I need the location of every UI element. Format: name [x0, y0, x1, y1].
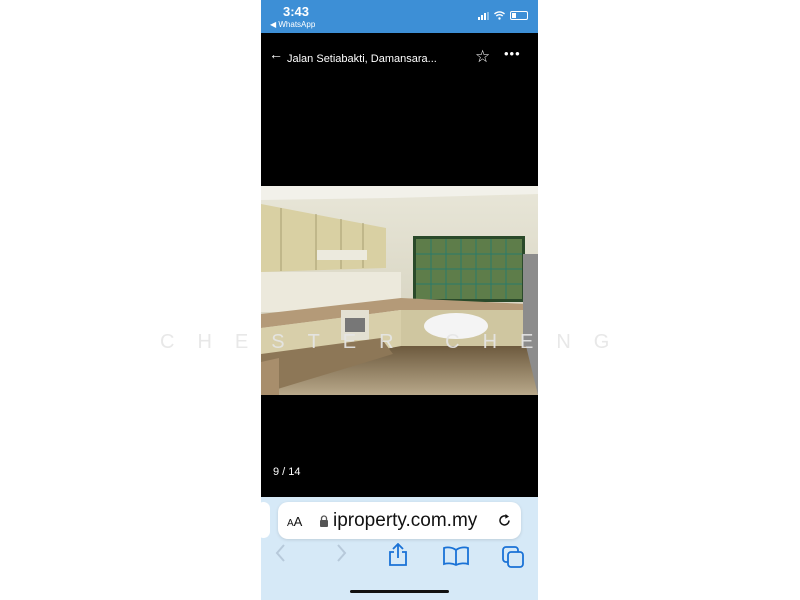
back-arrow-icon[interactable]: ←: [269, 47, 283, 61]
wifi-icon: [494, 11, 505, 20]
more-icon[interactable]: •••: [504, 46, 521, 61]
phone-screen: 3:43 ◀ WhatsApp ← Jalan Setiabakti, Dama…: [261, 0, 538, 600]
tabs-icon[interactable]: [502, 546, 524, 568]
share-icon[interactable]: [387, 543, 409, 567]
chevron-right-icon[interactable]: [334, 543, 348, 563]
battery-icon: [510, 11, 528, 20]
gallery-header: ← Jalan Setiabakti, Damansara... ☆ •••: [261, 33, 538, 81]
url-text[interactable]: iproperty.com.my: [333, 510, 477, 532]
star-icon[interactable]: ☆: [475, 48, 490, 65]
home-indicator[interactable]: [350, 590, 449, 593]
lock-icon: [320, 515, 328, 527]
address-bar[interactable]: AA iproperty.com.my: [278, 502, 521, 539]
previous-tab-preview[interactable]: [261, 502, 270, 538]
book-icon[interactable]: [443, 546, 469, 566]
photo-counter: 9 / 14: [273, 466, 301, 478]
status-bar: 3:43 ◀ WhatsApp: [261, 0, 538, 33]
back-to-app-link[interactable]: ◀ WhatsApp: [270, 20, 315, 29]
kitchen-photo: [261, 186, 538, 395]
reload-icon[interactable]: [497, 513, 512, 528]
cellular-signal-icon: [478, 11, 489, 20]
safari-bottom-bar: AA iproperty.com.my: [261, 497, 538, 600]
chevron-left-icon[interactable]: [274, 543, 288, 563]
text-size-button[interactable]: AA: [287, 514, 302, 529]
status-icons: [478, 11, 528, 20]
listing-title: Jalan Setiabakti, Damansara...: [287, 53, 437, 65]
status-time: 3:43: [283, 4, 310, 19]
